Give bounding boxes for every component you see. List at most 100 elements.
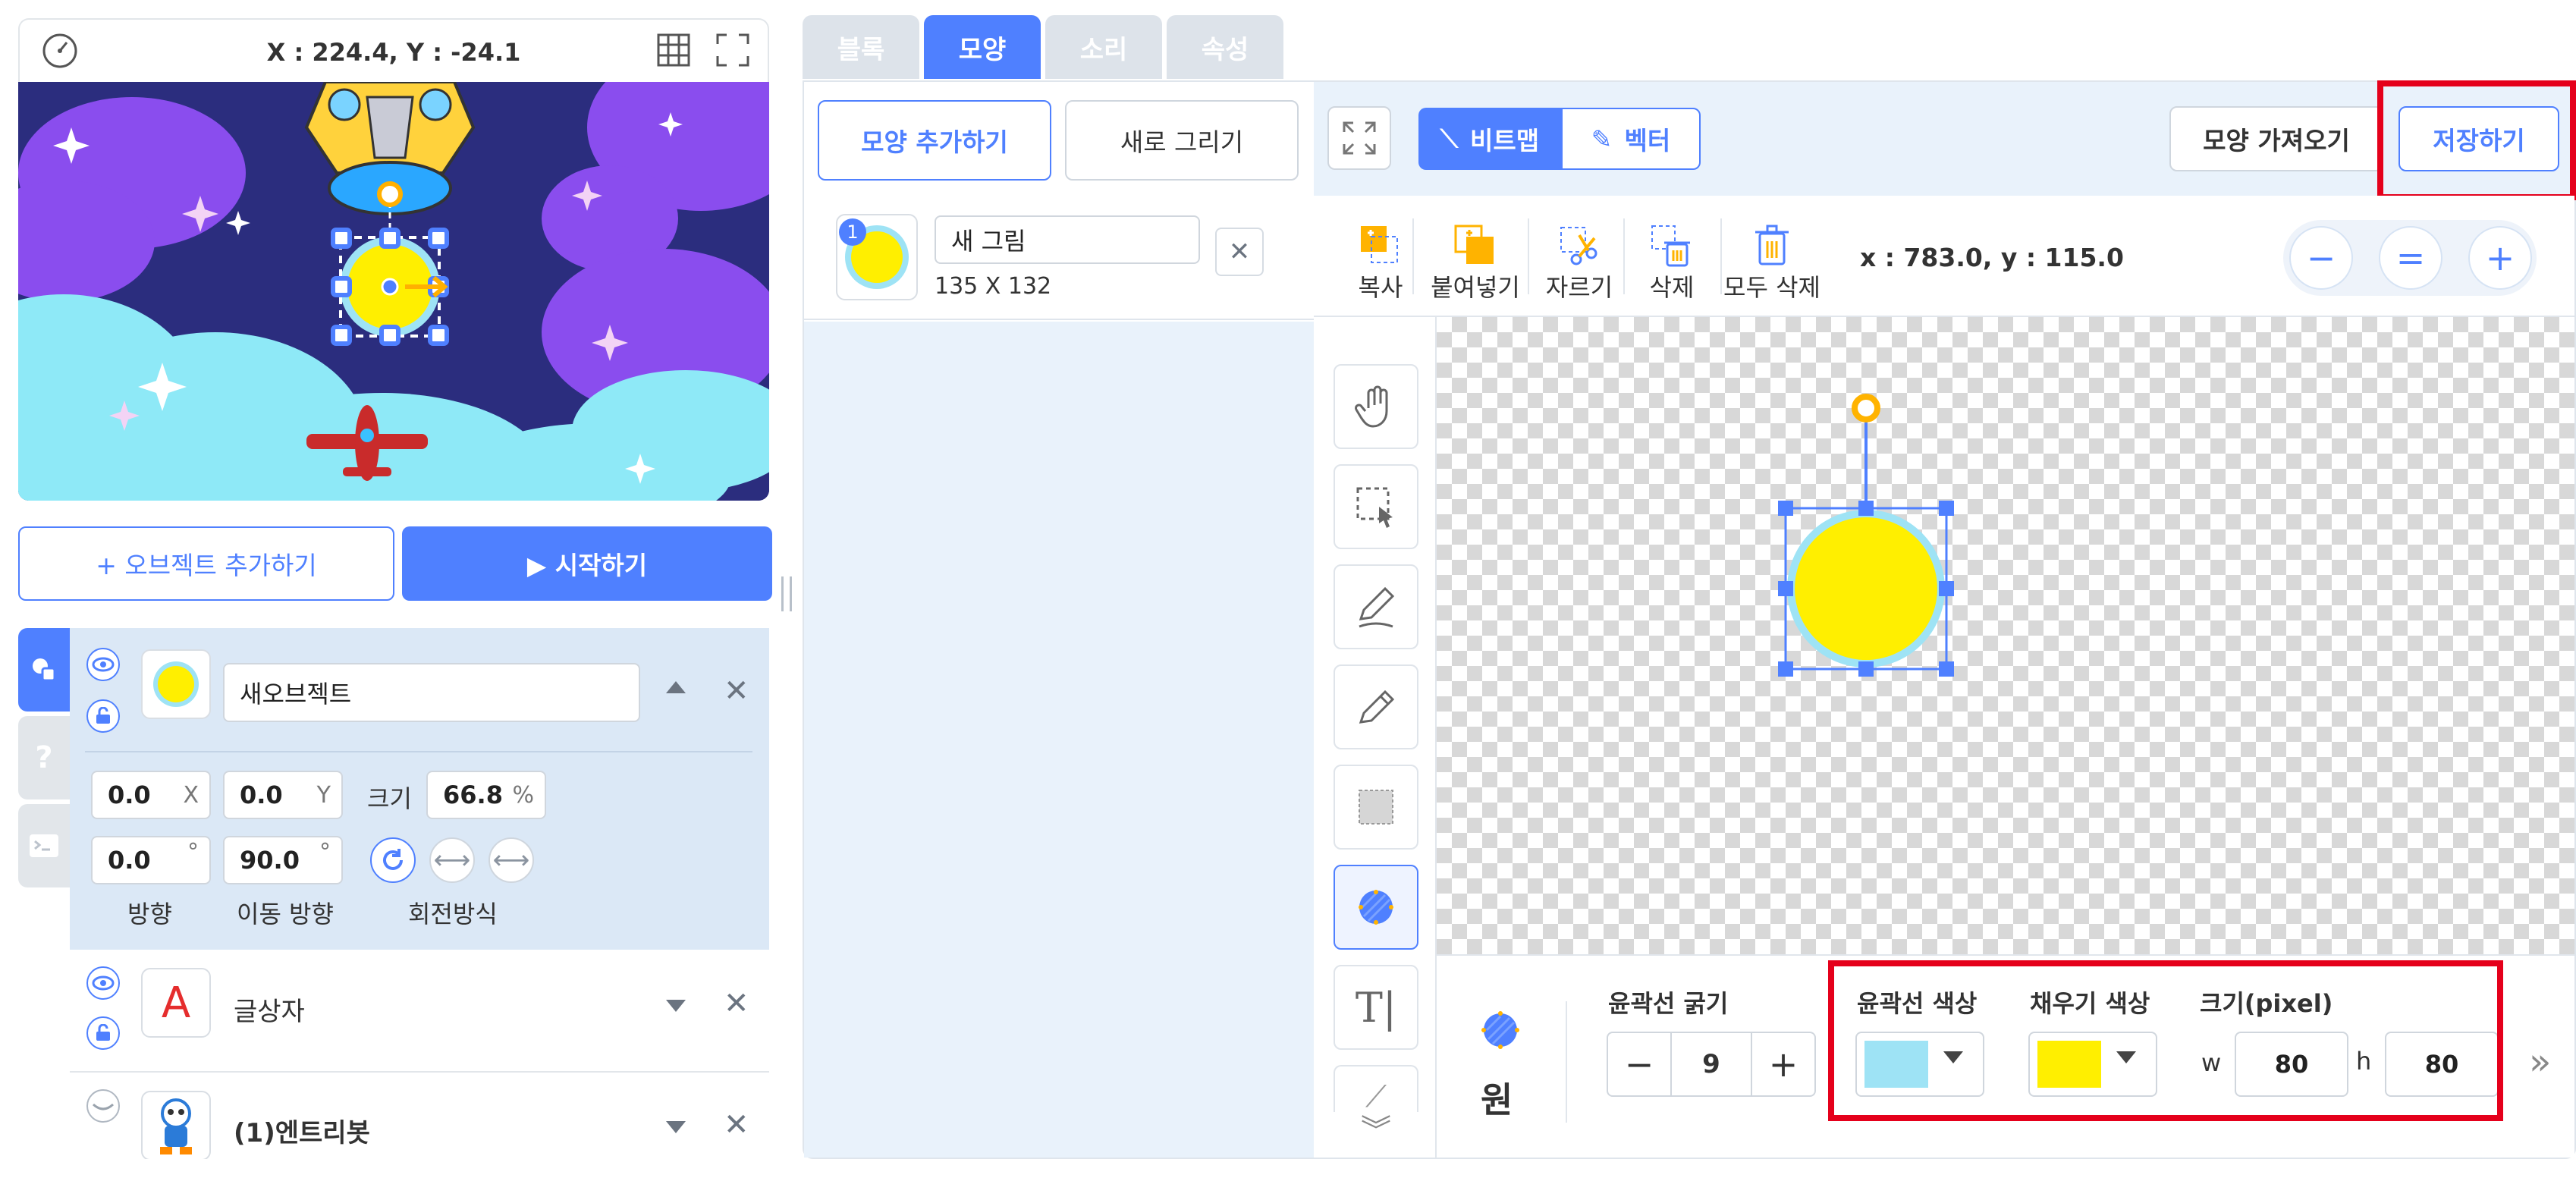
edit-toolbar: 복사 붙여넣기 자르기 삭제 모두 삭제 x : 783.0, y : 115.… (1314, 196, 2574, 317)
pen-tool-button[interactable] (1334, 564, 1418, 649)
add-shape-button[interactable]: 모양 추가하기 (818, 100, 1051, 181)
cursor-coordinates: x : 783.0, y : 115.0 (1860, 243, 2124, 272)
tab-shapes[interactable]: 모양 (924, 15, 1041, 79)
import-shape-button[interactable]: 모양 가져오기 (2169, 106, 2383, 171)
size-field[interactable]: 66.8% (426, 771, 546, 819)
tab-attributes[interactable]: 속성 (1167, 15, 1283, 79)
highlight-color-size (1828, 960, 2503, 1121)
hand-icon (1355, 385, 1388, 428)
size-unit-label: % (512, 781, 534, 809)
rotate-none-button[interactable]: ⟷ (488, 837, 534, 883)
vector-mode-button[interactable]: ✎ 벡터 (1561, 108, 1701, 170)
zoom-reset-button[interactable]: = (2379, 226, 2442, 290)
shape-item[interactable]: 1 새 그림 135 X 132 ✕ (804, 197, 1314, 320)
delete-object-icon[interactable]: ✕ (724, 674, 749, 708)
object-item-textbox[interactable]: A 글상자 ✕ (70, 950, 769, 1073)
x-unit-label: X (183, 781, 199, 809)
rotate-free-button[interactable] (370, 837, 416, 883)
bitmap-mode-button[interactable]: ⟍ 비트맵 (1418, 108, 1561, 170)
delete-all-tool[interactable]: 모두 삭제 (1716, 211, 1828, 303)
paste-tool[interactable]: 붙여넣기 (1411, 211, 1540, 303)
new-drawing-button[interactable]: 새로 그리기 (1065, 100, 1299, 181)
stroke-width-decrease-button[interactable]: − (1608, 1033, 1672, 1095)
more-tools-chevron-icon[interactable]: ︾ (1361, 1106, 1391, 1150)
hand-tool-button[interactable] (1334, 364, 1418, 449)
delete-object-icon[interactable]: ✕ (724, 986, 749, 1021)
lock-icon[interactable] (86, 699, 120, 733)
shape-type-label: 원 (1481, 1079, 1513, 1120)
objects-icon (33, 658, 56, 682)
move-direction-field[interactable]: 90.0 ° (223, 836, 343, 884)
help-icon: ? (35, 740, 53, 775)
y-position-field[interactable]: 0.0 Y (223, 771, 343, 819)
expand-editor-button[interactable] (1327, 106, 1391, 170)
divider (85, 751, 752, 752)
object-name-input[interactable]: 새오브젝트 (223, 663, 640, 722)
circle-tool-button[interactable] (1334, 865, 1418, 950)
object-item-entrybot[interactable]: (1)엔트리봇 ✕ (70, 1073, 769, 1159)
rotate-horizontal-button[interactable]: ⟷ (429, 837, 475, 883)
pencil-tool-button[interactable] (1334, 664, 1418, 749)
stroke-width-increase-button[interactable]: + (1751, 1033, 1814, 1095)
object-thumbnail (141, 649, 211, 719)
pencil-icon (1359, 690, 1395, 724)
fullscreen-icon[interactable] (715, 32, 751, 71)
lock-icon[interactable] (86, 1016, 120, 1050)
visibility-eye-icon[interactable] (86, 966, 120, 1000)
stage-canvas[interactable] (18, 82, 769, 501)
rectangle-tool-button[interactable] (1334, 765, 1418, 850)
line-tool-button[interactable]: ⟋ (1334, 1065, 1418, 1112)
y-value: 0.0 (240, 781, 283, 809)
select-tool-button[interactable] (1334, 464, 1418, 549)
paste-label: 붙여넣기 (1431, 273, 1520, 302)
x-position-field[interactable]: 0.0 X (91, 771, 211, 819)
trash-icon (1755, 225, 1789, 265)
paste-icon (1454, 225, 1494, 264)
scissors-icon (1560, 227, 1597, 265)
horizontal-arrow-icon: ⟷ (433, 845, 471, 875)
text-tool-button[interactable]: T| (1334, 965, 1418, 1050)
shape-dimensions: 135 X 132 (935, 273, 1052, 300)
bitmap-mode-label: 비트맵 (1470, 126, 1540, 155)
select-area-icon (1356, 487, 1393, 528)
start-button[interactable]: ▶ 시작하기 (402, 526, 772, 601)
object-item-selected[interactable]: 새오브젝트 ✕ 0.0 X 0.0 Y 크기 66.8% 0.0 ° 90.0 ° ⟷ … (70, 628, 769, 950)
move-direction-label: 이동 방향 (237, 900, 334, 928)
direction-field[interactable]: 0.0 ° (91, 836, 211, 884)
tab-help[interactable]: ? (18, 716, 70, 799)
tab-blocks[interactable]: 블록 (803, 15, 919, 79)
expand-down-icon[interactable] (664, 998, 687, 1018)
collapse-up-icon[interactable] (664, 678, 687, 698)
delete-all-label: 모두 삭제 (1723, 273, 1820, 302)
textbox-thumbnail: A (141, 968, 211, 1038)
tab-objects[interactable] (18, 628, 70, 712)
delete-tool[interactable]: 삭제 (1626, 211, 1717, 303)
stroke-width-value[interactable]: 9 (1672, 1033, 1751, 1095)
cut-label: 자르기 (1545, 273, 1613, 302)
divider (1720, 218, 1722, 294)
drawing-canvas[interactable] (1437, 317, 2574, 954)
add-object-button[interactable]: + 오브젝트 추가하기 (18, 526, 394, 601)
close-icon: ✕ (1228, 237, 1251, 267)
divider (1528, 218, 1529, 294)
circle-shape-icon (1478, 1007, 1523, 1056)
console-icon (30, 834, 58, 857)
highlight-save (2377, 80, 2576, 200)
stroke-width-label: 윤곽선 굵기 (1608, 989, 1729, 1018)
more-options-icon[interactable]: » (2529, 1041, 2551, 1083)
drawing-tools: T| ⟋ ︾ (1314, 317, 1437, 1158)
zoom-in-button[interactable]: + (2468, 226, 2532, 290)
panel-resize-handle[interactable] (781, 576, 792, 611)
tab-console[interactable] (18, 804, 70, 887)
grid-icon[interactable] (655, 32, 692, 71)
delete-object-icon[interactable]: ✕ (724, 1107, 749, 1142)
divider (1566, 1001, 1567, 1123)
zoom-out-button[interactable]: − (2289, 226, 2353, 290)
delete-shape-button[interactable]: ✕ (1215, 228, 1264, 276)
visibility-eye-icon[interactable] (86, 648, 120, 681)
shape-name-input[interactable]: 새 그림 (935, 215, 1200, 264)
hidden-eye-icon[interactable] (86, 1089, 120, 1123)
expand-down-icon[interactable] (664, 1120, 687, 1139)
tab-sounds[interactable]: 소리 (1045, 15, 1162, 79)
cut-tool[interactable]: 자르기 (1534, 211, 1625, 303)
